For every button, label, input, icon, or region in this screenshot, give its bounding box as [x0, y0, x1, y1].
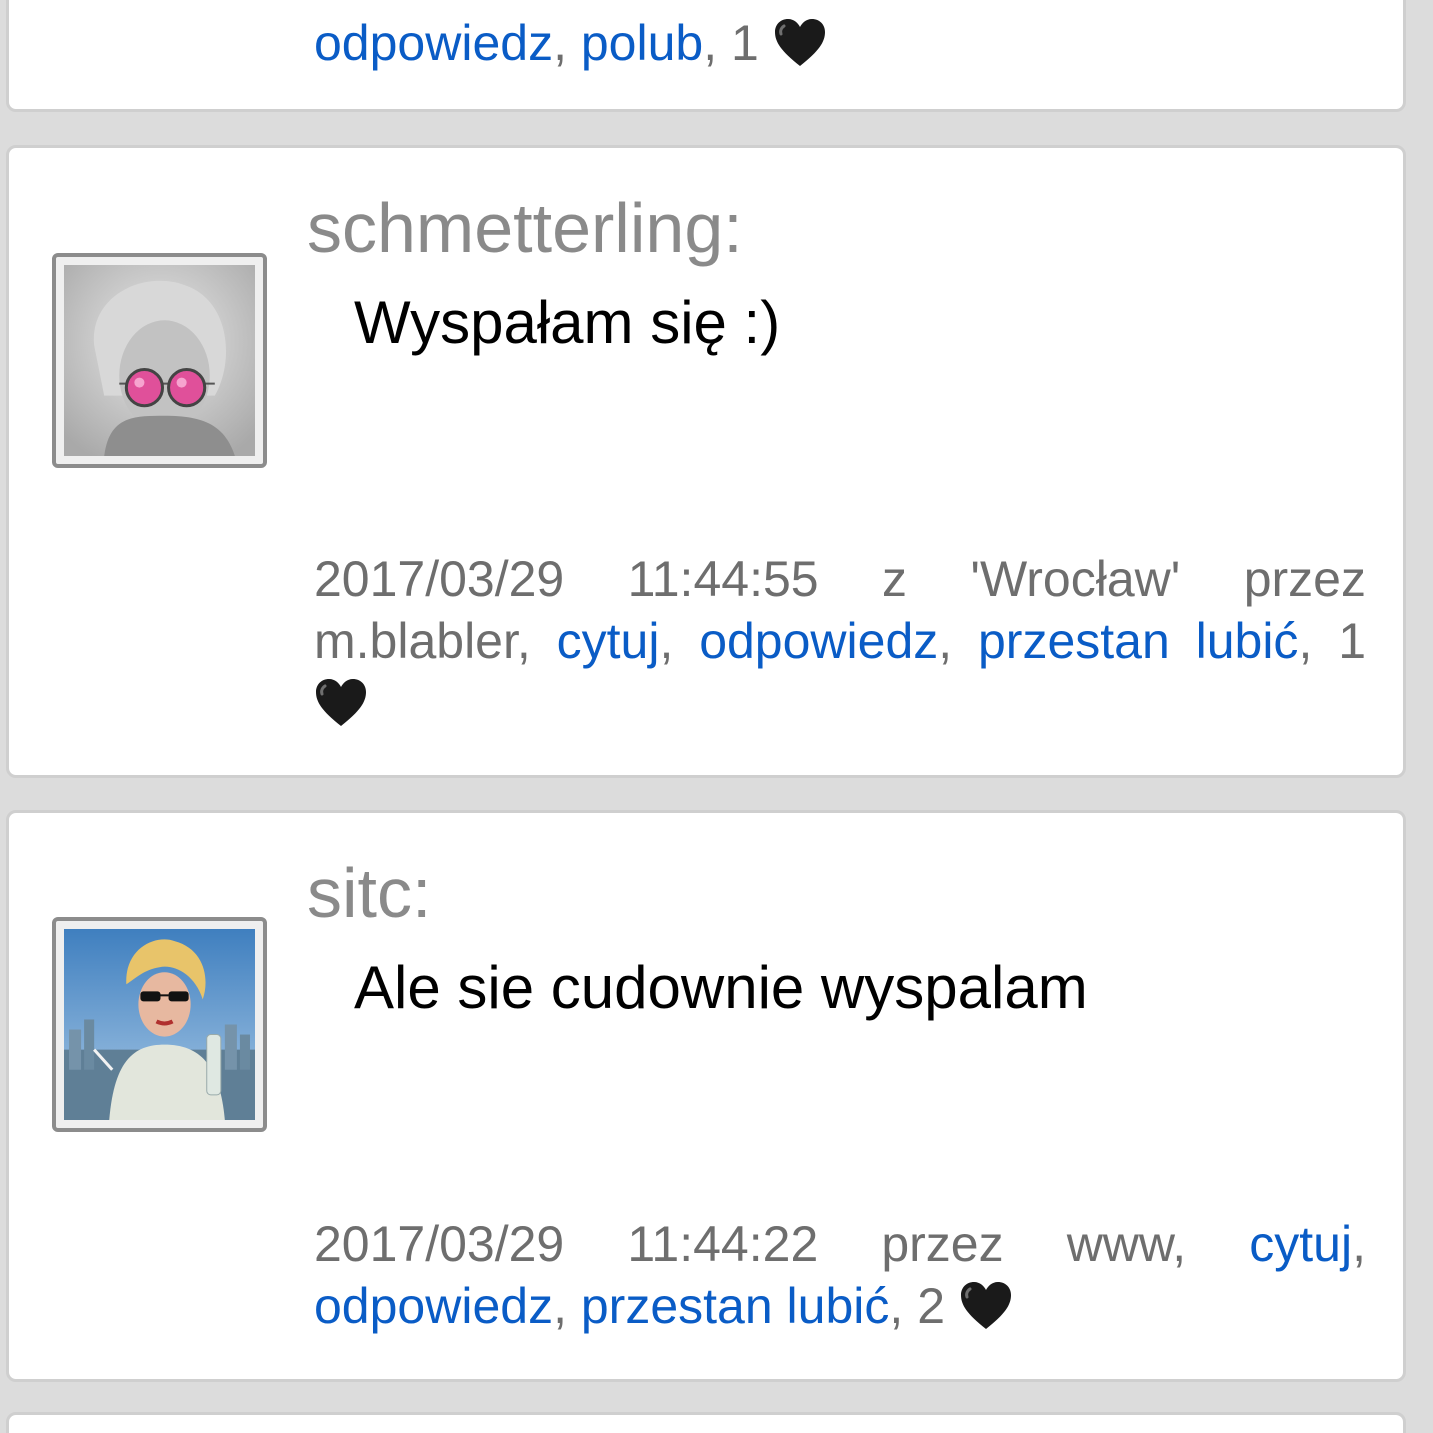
quote-link[interactable]: cytuj [1249, 1216, 1352, 1272]
post-location: 'Wrocław' [970, 551, 1181, 607]
post-card: odpowiedz, polub, 1 [6, 0, 1406, 112]
like-count: 1 [731, 15, 759, 71]
unlike-link[interactable]: przestan lubić [978, 613, 1298, 669]
quote-link[interactable]: cytuj [557, 613, 660, 669]
woman-sunglasses-city-avatar-icon [64, 929, 255, 1120]
heart-icon [774, 19, 825, 66]
post-meta: 2017/03/29 11:44:22 przez www, cytuj, od… [314, 1216, 1366, 1334]
post-meta: 2017/03/29 11:44:55 z 'Wrocław' przez m.… [314, 548, 1366, 734]
heart-icon [960, 1282, 1011, 1329]
by-label: przez [881, 1216, 1004, 1272]
post-message: Wyspałam się :) [354, 289, 781, 356]
heart-icon [316, 679, 366, 726]
like-count: 1 [1338, 613, 1366, 669]
unlike-link[interactable]: przestan lubić [581, 1278, 890, 1334]
post-card: schmetterling: Wyspałam się :) 2017/03/2… [6, 145, 1406, 778]
reply-link[interactable]: odpowiedz [314, 15, 553, 71]
reply-link[interactable]: odpowiedz [314, 1278, 553, 1334]
post-feed: odpowiedz, polub, 1 schmetterling: Wyspa… [0, 0, 1433, 1433]
like-link[interactable]: polub [581, 15, 703, 71]
post-message: Ale sie cudownie wyspalam [354, 954, 1088, 1021]
from-label: z [882, 551, 907, 607]
user-avatar[interactable] [52, 917, 267, 1132]
post-timestamp: 2017/03/29 11:44:22 [314, 1216, 819, 1272]
post-timestamp: 2017/03/29 11:44:55 [314, 551, 819, 607]
woman-pink-glasses-avatar-icon [64, 265, 255, 456]
post-meta: odpowiedz, polub, 1 [314, 12, 1366, 74]
username[interactable]: sitc: [307, 858, 431, 928]
username[interactable]: schmetterling: [307, 193, 743, 263]
post-source: m.blabler, [314, 613, 531, 669]
by-label: przez [1243, 551, 1366, 607]
user-avatar[interactable] [52, 253, 267, 468]
post-card: sitc: Ale sie cudownie wyspalam 2017/03/… [6, 810, 1406, 1382]
like-count: 2 [917, 1278, 945, 1334]
reply-link[interactable]: odpowiedz [699, 613, 938, 669]
post-card [6, 1412, 1406, 1433]
post-source: www, [1066, 1216, 1187, 1272]
